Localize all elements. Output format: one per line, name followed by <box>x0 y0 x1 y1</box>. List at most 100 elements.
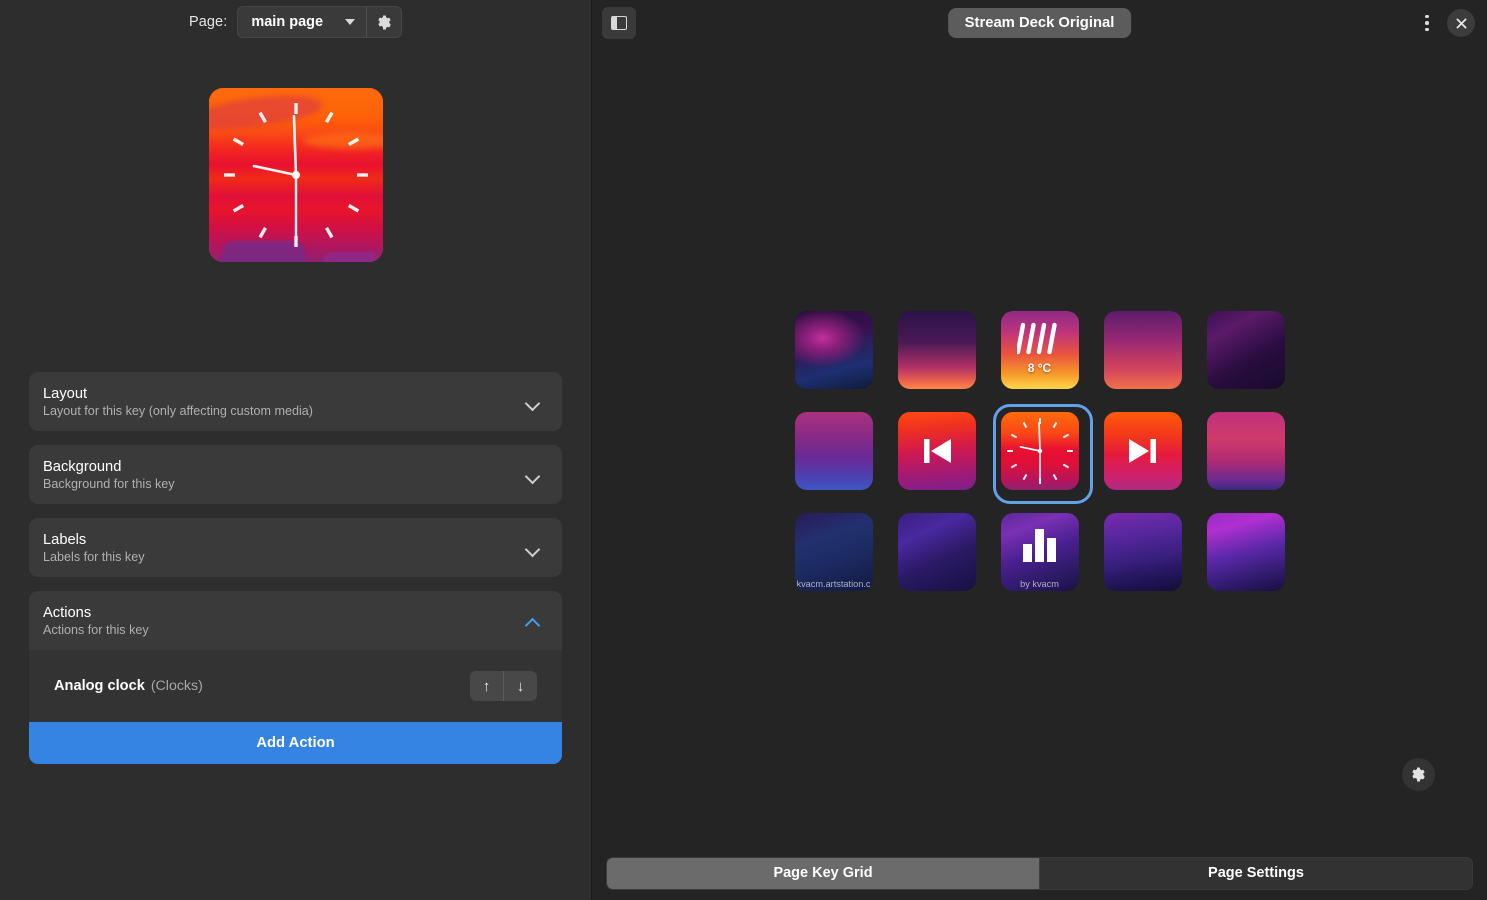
key-1-1[interactable] <box>794 311 873 389</box>
device-settings-button[interactable] <box>1402 758 1435 791</box>
key-1-2-wrap <box>897 311 976 389</box>
action-name: Analog clock <box>54 678 145 694</box>
key-1-4[interactable] <box>1103 311 1182 389</box>
expander-subtitle: Background for this key <box>43 476 175 491</box>
chevron-up-icon <box>526 616 542 626</box>
key-3-1[interactable]: kvacm.artstation.c <box>794 513 873 591</box>
key-1-5-wrap <box>1206 311 1285 389</box>
more-vertical-icon-dot <box>1425 27 1429 32</box>
page-tabs: Page Key Grid Page Settings <box>606 856 1473 890</box>
key-2-4-icon-overlay <box>1104 412 1182 490</box>
app-window: Page: main page Layout Layout for this k… <box>0 0 1487 900</box>
device-title[interactable]: Stream Deck Original <box>947 8 1132 38</box>
key-3-3-wrap: by kvacm <box>1000 513 1079 591</box>
key-preview-area <box>0 44 591 262</box>
key-1-3[interactable]: 8 °C <box>1000 311 1079 389</box>
chevron-down-icon <box>526 470 542 480</box>
gear-icon <box>377 14 391 30</box>
key-1-4-wrap <box>1103 311 1182 389</box>
chevron-down-icon <box>526 543 542 553</box>
key-3-4-wrap <box>1103 513 1182 591</box>
close-button[interactable] <box>1447 9 1475 37</box>
tab-page-settings[interactable]: Page Settings <box>1040 858 1472 889</box>
expander-title: Layout <box>43 385 88 402</box>
expander-actions: Actions Actions for this key Analog cloc… <box>29 591 562 764</box>
expander-labels-header[interactable]: Labels Labels for this key <box>29 518 562 577</box>
key-1-3-wrap: 8 °C <box>1000 311 1079 389</box>
expander-actions-header[interactable]: Actions Actions for this key <box>29 591 562 650</box>
key-2-2-icon-overlay <box>898 412 976 490</box>
chevron-down-icon <box>345 19 356 25</box>
expander-subtitle: Labels for this key <box>43 549 145 564</box>
key-property-expanders: Layout Layout for this key (only affecti… <box>0 372 591 764</box>
device-header: Stream Deck Original <box>592 0 1487 46</box>
page-combo[interactable]: main page <box>237 6 403 38</box>
key-3-3[interactable]: by kvacm <box>1000 513 1079 591</box>
gear-icon <box>1412 767 1425 782</box>
page-dropdown-value: main page <box>251 14 324 30</box>
action-reorder-group: ↑ ↓ <box>470 671 537 701</box>
key-2-4-wrap <box>1103 412 1182 490</box>
bar-chart-icon <box>1022 529 1056 562</box>
device-panel: Stream Deck Original 8 °C kvacm.artstatio… <box>592 0 1487 900</box>
clock-icon <box>1006 418 1073 484</box>
page-label: Page: <box>188 14 228 30</box>
key-2-4[interactable] <box>1103 412 1182 490</box>
key-grid: 8 °C kvacm.artstation.c by kvacm <box>794 311 1285 591</box>
clock-face-icon <box>223 103 368 247</box>
move-action-up-button[interactable]: ↑ <box>470 671 503 701</box>
more-menu-button[interactable] <box>1413 7 1441 39</box>
key-3-4[interactable] <box>1103 513 1182 591</box>
analog-clock-preview[interactable] <box>208 88 383 262</box>
expander-layout: Layout Layout for this key (only affecti… <box>29 372 562 431</box>
sidebar-toggle-button[interactable] <box>602 7 636 39</box>
key-2-1-wrap <box>794 412 873 490</box>
move-action-down-button[interactable]: ↓ <box>504 671 537 701</box>
key-3-5[interactable] <box>1206 513 1285 591</box>
previous-track-icon <box>923 439 951 463</box>
key-2-1[interactable] <box>794 412 873 490</box>
action-list-item[interactable]: Analog clock (Clocks) ↑ ↓ <box>29 650 562 722</box>
key-1-2[interactable] <box>897 311 976 389</box>
key-2-3[interactable] <box>1000 412 1079 490</box>
key-1-1-wrap <box>794 311 873 389</box>
key-3-1-wrap: kvacm.artstation.c <box>794 513 873 591</box>
expander-background: Background Background for this key <box>29 445 562 504</box>
page-selector-bar: Page: main page <box>0 0 591 44</box>
next-track-icon <box>1128 439 1156 463</box>
expander-title: Actions <box>43 604 92 621</box>
add-action-button[interactable]: Add Action <box>29 722 562 764</box>
close-icon <box>1456 18 1466 28</box>
key-3-2[interactable] <box>897 513 976 591</box>
action-category: (Clocks) <box>150 678 203 694</box>
key-3-2-wrap <box>897 513 976 591</box>
page-dropdown[interactable]: main page <box>238 7 366 37</box>
key-2-2[interactable] <box>897 412 976 490</box>
expander-subtitle: Layout for this key (only affecting cust… <box>43 403 313 418</box>
key-grid-area: 8 °C kvacm.artstation.c by kvacm <box>592 46 1487 846</box>
key-2-3-wrap <box>992 404 1093 504</box>
key-1-5[interactable] <box>1206 311 1285 389</box>
key-editor-panel: Page: main page Layout Layout for this k… <box>0 0 592 900</box>
tab-page-key-grid[interactable]: Page Key Grid <box>607 857 1039 889</box>
key-2-3-icon-overlay <box>1001 412 1079 490</box>
rain-icon <box>1016 322 1057 355</box>
key-3-1-caption: kvacm.artstation.c <box>796 579 871 589</box>
expander-title: Background <box>43 458 122 475</box>
chevron-down-icon <box>526 397 542 407</box>
expander-background-header[interactable]: Background Background for this key <box>29 445 562 504</box>
expander-subtitle: Actions for this key <box>43 622 149 637</box>
key-3-5-wrap <box>1206 513 1285 591</box>
key-1-3-icon-overlay <box>1001 311 1079 389</box>
page-tabbar: Page Key Grid Page Settings <box>592 846 1487 900</box>
key-2-5-wrap <box>1206 412 1285 490</box>
key-3-3-caption: by kvacm <box>1020 579 1059 589</box>
key-2-5[interactable] <box>1206 412 1285 490</box>
key-2-2-wrap <box>897 412 976 490</box>
expander-layout-header[interactable]: Layout Layout for this key (only affecti… <box>29 372 562 431</box>
header-actions <box>1413 7 1475 39</box>
key-1-3-caption: 8 °C <box>1027 361 1052 375</box>
sidebar-toggle-icon <box>611 16 627 30</box>
page-settings-gear-button[interactable] <box>367 7 401 37</box>
more-vertical-icon-dot <box>1425 14 1429 19</box>
